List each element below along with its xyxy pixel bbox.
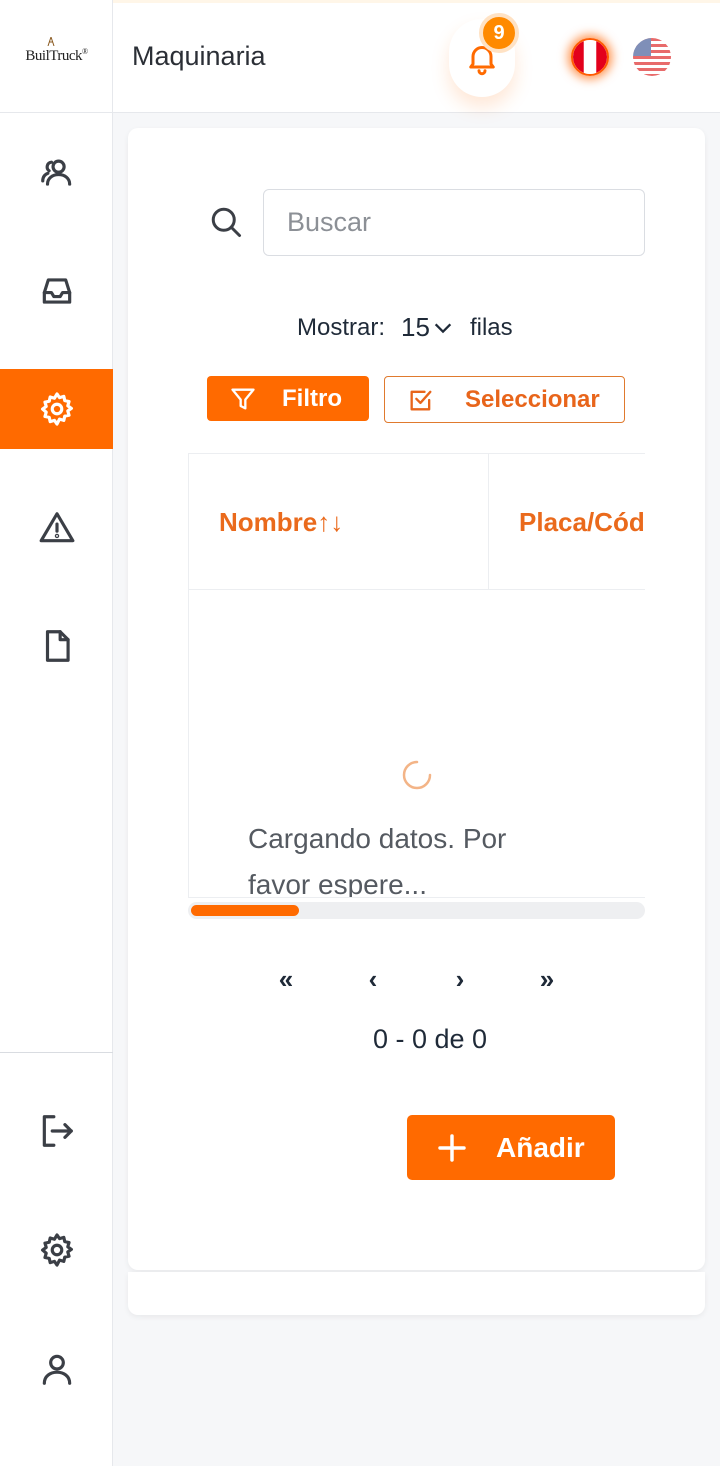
sidebar-item-alerts[interactable] bbox=[0, 488, 113, 568]
horizontal-scrollbar[interactable] bbox=[188, 902, 645, 919]
column-header-placa[interactable]: Placa/Código bbox=[489, 454, 645, 590]
logo-registered: ® bbox=[82, 47, 88, 56]
logo-mark-icon bbox=[47, 37, 55, 46]
flag-peru-button[interactable] bbox=[571, 38, 609, 76]
rows-suffix: filas bbox=[469, 313, 513, 341]
gear-icon bbox=[40, 392, 73, 426]
data-table: Nombre↑↓ Placa/Código Cargando datos. Po… bbox=[188, 453, 645, 898]
warning-icon bbox=[39, 512, 74, 543]
filter-icon bbox=[231, 388, 255, 409]
usa-flag-icon bbox=[633, 38, 671, 76]
sidebar-item-inbox[interactable] bbox=[0, 251, 113, 331]
sidebar-divider bbox=[0, 1052, 113, 1053]
first-page-button[interactable]: « bbox=[266, 962, 306, 996]
users-icon bbox=[40, 159, 71, 186]
sidebar: BuilTruck® bbox=[0, 0, 113, 1466]
sidebar-item-users[interactable] bbox=[0, 133, 113, 213]
peru-flag-icon bbox=[573, 40, 607, 74]
secondary-card bbox=[128, 1272, 705, 1315]
sidebar-item-profile[interactable] bbox=[0, 1329, 113, 1409]
user-icon bbox=[42, 1354, 71, 1385]
table-header: Nombre↑↓ Placa/Código bbox=[189, 454, 645, 590]
settings-icon bbox=[40, 1233, 73, 1267]
chevron-down-icon bbox=[434, 323, 452, 333]
filter-button[interactable]: Filtro bbox=[207, 376, 369, 421]
next-page-button[interactable]: › bbox=[440, 962, 480, 996]
flag-usa-button[interactable] bbox=[633, 38, 671, 76]
rows-per-page: Mostrar: 15 filas bbox=[297, 312, 513, 343]
logo[interactable]: BuilTruck® bbox=[0, 0, 113, 113]
filter-label: Filtro bbox=[282, 384, 342, 412]
inbox-icon bbox=[42, 278, 71, 304]
notification-badge: 9 bbox=[479, 13, 519, 53]
logout-icon bbox=[42, 1115, 73, 1147]
sidebar-item-logout[interactable] bbox=[0, 1091, 113, 1171]
plus-icon bbox=[438, 1133, 466, 1162]
checkbox-icon bbox=[410, 390, 432, 410]
page-title: Maquinaria bbox=[132, 41, 266, 71]
add-button[interactable]: Añadir bbox=[407, 1115, 615, 1180]
loading-message: Cargando datos. Por favor espere... bbox=[248, 823, 507, 898]
search-button[interactable] bbox=[208, 204, 244, 240]
last-page-button[interactable]: » bbox=[527, 962, 567, 996]
select-label: Seleccionar bbox=[465, 385, 600, 413]
select-button[interactable]: Seleccionar bbox=[384, 376, 625, 423]
loading-spinner-icon bbox=[402, 760, 432, 790]
add-label: Añadir bbox=[496, 1131, 585, 1163]
rows-select[interactable]: 15 bbox=[401, 312, 454, 343]
scrollbar-thumb[interactable] bbox=[191, 905, 299, 916]
prev-page-button[interactable]: ‹ bbox=[353, 962, 393, 996]
sidebar-item-documents[interactable] bbox=[0, 606, 113, 686]
sidebar-item-maquinaria[interactable] bbox=[0, 369, 113, 449]
search-icon bbox=[211, 207, 241, 237]
search-input[interactable] bbox=[263, 189, 645, 256]
logo-text: BuilTruck bbox=[25, 48, 83, 64]
rows-label: Mostrar: bbox=[297, 313, 386, 341]
column-header-nombre[interactable]: Nombre↑↓ bbox=[189, 454, 489, 590]
rows-value: 15 bbox=[401, 312, 430, 342]
topbar: Maquinaria 9 bbox=[113, 0, 720, 113]
sidebar-item-settings[interactable] bbox=[0, 1210, 113, 1290]
pagination-info: 0 - 0 de 0 bbox=[372, 1024, 488, 1054]
brand-logo: BuilTruck® bbox=[25, 37, 88, 65]
document-icon bbox=[45, 630, 70, 662]
